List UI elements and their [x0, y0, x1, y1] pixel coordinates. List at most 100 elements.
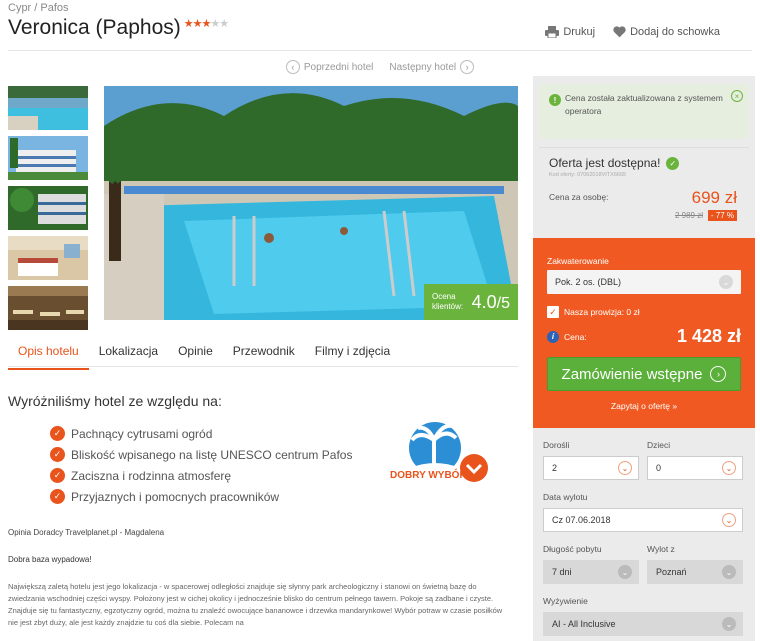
price-per-person: 699 zł [691, 188, 737, 207]
check-icon: ✓ [50, 447, 65, 462]
booking-panel: Zakwaterowanie Pok. 2 os. (DBL) ⌄ ✓ Nasz… [533, 238, 755, 428]
check-circle-icon: ✓ [666, 156, 680, 170]
why-item-text: Przyjaznych i pomocnych pracowników [71, 489, 280, 504]
adults-select[interactable]: 2 ⌄ [543, 456, 639, 480]
chevron-left-icon: ‹ [285, 60, 300, 74]
add-to-favorites-button[interactable]: Dodaj do schowka [613, 26, 720, 38]
why-list: ✓ Pachnący cytrusami ogród ✓ Bliskość wpis… [50, 423, 352, 507]
add-to-favorites-label: Dodaj do schowka [630, 26, 720, 38]
star-filled-icon: ★ [183, 18, 194, 30]
check-icon: ✓ [50, 489, 65, 504]
offer-title: Oferta jest dostępna! [549, 156, 661, 170]
rating-max: /5 [496, 294, 510, 312]
adults-value: 2 [552, 463, 558, 473]
print-button[interactable]: Drukuj [545, 26, 595, 38]
close-icon[interactable]: × [731, 90, 743, 102]
chevron-down-icon: ⌄ [722, 565, 736, 579]
previous-hotel-link[interactable]: ‹ Poprzedni hotel [285, 60, 374, 74]
total-price-row: i Cena: 1 428 zł [547, 326, 741, 347]
offer-code: Kod oferty: 07062018VITX6665 [549, 172, 627, 178]
review-title: Dobra baza wypadowa! [8, 555, 92, 564]
thumbnail-pool[interactable] [8, 86, 88, 130]
rating-label: Ocena klientów: [432, 292, 464, 311]
old-price: 2 989 zł [674, 211, 703, 220]
list-item: ✓ Bliskość wpisanego na listę UNESCO cent… [50, 444, 352, 465]
arrow-right-icon: › [710, 366, 727, 382]
chevron-right-icon: › [460, 60, 475, 74]
children-label: Dzieci [647, 440, 671, 450]
preorder-button[interactable]: Zamówienie wstępne › [547, 357, 741, 391]
info-icon[interactable]: i [547, 330, 559, 343]
printer-icon [545, 26, 560, 38]
good-choice-badge: DOBRY WYBÓR [390, 418, 490, 488]
main-hotel-photo[interactable]: Ocena klientów: 4.0/5 [104, 86, 518, 320]
duration-select[interactable]: 7 dni ⌄ [543, 560, 639, 584]
chevron-down-icon: ⌄ [618, 565, 632, 579]
duration-label: Długość pobytu [543, 544, 602, 554]
commission-checkbox[interactable]: ✓ [547, 306, 559, 318]
duration-value: 7 dni [552, 567, 572, 577]
rating-value: 4.0/5 [472, 292, 510, 313]
why-item-text: Bliskość wpisanego na listę UNESCO centr… [71, 447, 353, 462]
departure-city-select[interactable]: Poznań ⌄ [647, 560, 743, 584]
hotel-stars: ★★★★★ [183, 17, 229, 30]
alert-icon: ! [549, 94, 561, 106]
search-form: Dorośli 2 ⌄ Dzieci 0 ⌄ Data wylotu Cz 07.0… [543, 440, 743, 636]
star-empty-icon: ★ [219, 18, 229, 30]
price-updated-notice: ! Cena została zaktualizowana z systemem… [539, 84, 749, 139]
why-item-text: Zaciszna i rodzinna atmosferę [71, 468, 232, 483]
thumbnail-garden[interactable] [8, 186, 88, 230]
board-label: Wyżywienie [543, 596, 588, 606]
advisor-opinion-label: Opinia Doradcy Travelplanet.pl - Magdale… [8, 528, 165, 537]
check-icon: ✓ [50, 468, 65, 483]
accommodation-value: Pok. 2 os. (DBL) [555, 277, 622, 287]
total-price-label: Cena: [564, 331, 587, 342]
good-choice-text: DOBRY WYBÓR [390, 470, 467, 481]
thumbnail-building[interactable] [8, 136, 88, 180]
discount-badge: - 77 % [707, 210, 737, 221]
star-empty-icon: ★ [210, 18, 220, 30]
list-item: ✓ Przyjaznych i pomocnych pracowników [50, 486, 352, 507]
thumbnail-strip [8, 86, 88, 336]
departure-city-label: Wylot z [647, 544, 675, 554]
departure-date-label: Data wylotu [543, 492, 588, 502]
departure-city-value: Poznań [656, 567, 687, 577]
why-heading: Wyróżniliśmy hotel ze względu na: [8, 393, 222, 409]
previous-hotel-label: Poprzedni hotel [303, 61, 374, 73]
heart-icon [613, 26, 626, 38]
tabs-divider [8, 366, 518, 367]
check-icon: ✓ [50, 426, 65, 441]
thumbnail-room[interactable] [8, 236, 88, 280]
chevron-down-icon: ⌄ [722, 513, 736, 527]
children-value: 0 [656, 463, 662, 473]
board-select[interactable]: AI - All Inclusive ⌄ [543, 612, 743, 636]
chevron-down-icon: ⌄ [722, 461, 736, 475]
board-value: AI - All Inclusive [552, 619, 616, 629]
adults-label: Dorośli [543, 440, 570, 450]
accommodation-select[interactable]: Pok. 2 os. (DBL) ⌄ [547, 270, 741, 294]
children-select[interactable]: 0 ⌄ [647, 456, 743, 480]
star-filled-icon: ★ [192, 18, 203, 30]
list-item: ✓ Pachnący cytrusami ogród [50, 423, 352, 444]
print-label: Drukuj [563, 26, 596, 38]
thumbnail-restaurant[interactable] [8, 286, 88, 330]
header-divider [8, 50, 752, 51]
chevron-down-icon: ⌄ [719, 275, 733, 289]
accommodation-label: Zakwaterowanie [547, 256, 609, 266]
price-per-person-label: Cena za osobę: [549, 192, 609, 202]
next-hotel-label: Następny hotel [389, 61, 457, 73]
next-hotel-link[interactable]: Następny hotel › [389, 60, 475, 74]
offer-status: Oferta jest dostępna! ✓ [549, 156, 739, 170]
page-title: Veronica (Paphos) [8, 16, 181, 39]
ask-about-offer-link[interactable]: Zapytaj o ofertę » [547, 401, 741, 411]
commission-row: ✓ Nasza prowizja: 0 zł [547, 306, 741, 318]
notice-text: Cena została zaktualizowana z systemem o… [565, 93, 723, 116]
departure-date-value: Cz 07.06.2018 [552, 515, 611, 525]
customer-rating-badge: Ocena klientów: 4.0/5 [424, 284, 518, 320]
chevron-down-icon: ⌄ [618, 461, 632, 475]
why-item-text: Pachnący cytrusami ogród [71, 426, 213, 441]
breadcrumb[interactable]: Cypr / Pafos [8, 2, 69, 14]
chevron-down-icon: ⌄ [722, 617, 736, 631]
total-price: 1 428 zł [676, 326, 741, 346]
departure-date-select[interactable]: Cz 07.06.2018 ⌄ [543, 508, 743, 532]
